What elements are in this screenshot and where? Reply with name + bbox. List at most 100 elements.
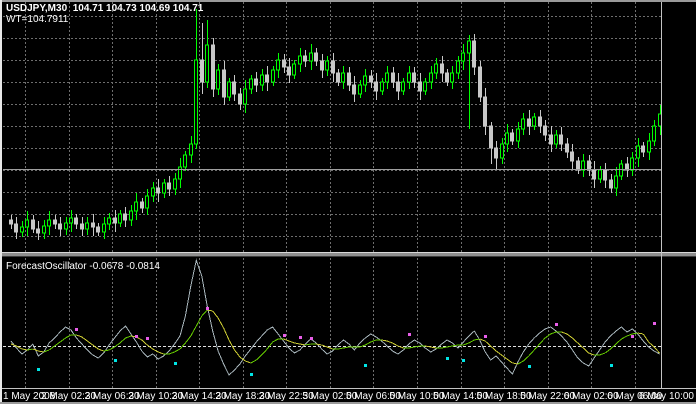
oscillator-smooth-line [305,343,311,346]
bull-candle-body [554,134,558,145]
bull-candle-body [85,222,89,230]
oscillator-smooth-line [21,348,28,351]
wt-indicator-value: WT=104.7911 [6,14,69,25]
oscillator-smooth-line [212,310,219,319]
bear-candle-body [549,134,553,145]
oscillator-smooth-line [484,340,491,347]
bear-candle-body [254,78,258,86]
oscillator-smooth-line [108,346,115,351]
bear-candle-body [412,72,416,83]
bull-candle-body [423,81,427,92]
bear-candle-body [478,66,482,98]
signal-dot-cyan [610,364,613,367]
oscillator-smooth-line [54,341,61,347]
oscillator-smooth-line [250,359,257,364]
price-axis[interactable]: 104.71 0.8571 0.00 -0.2903 105.75105.601… [661,0,696,388]
bull-candle-body [363,75,367,86]
signal-dot-cyan [528,365,531,368]
bull-candle-body [243,88,247,105]
bear-candle-body [391,72,395,83]
oscillator-smooth-line [572,337,579,344]
bear-candle-body [91,222,95,228]
bear-candle-body [265,74,269,83]
bull-candle-body [189,143,193,156]
bull-candle-body [407,72,411,83]
signal-dot-magenta [653,322,656,325]
bull-candle-body [298,55,302,65]
bear-candle-body [287,66,291,76]
signal-dot-magenta [631,335,634,338]
bear-candle-body [510,132,514,142]
bear-candle-body [336,72,340,83]
oscillator-smooth-line [185,335,192,344]
bull-candle-body [581,160,585,171]
bull-candle-body [456,60,460,74]
oscillator-smooth-line [98,348,104,352]
oscillator-smooth-line [59,337,66,343]
bear-candle-body [211,44,215,90]
bull-candle-body [205,44,209,83]
oscillator-smooth-line [337,347,344,350]
bear-candle-body [445,72,449,83]
bull-candle-body [102,223,106,233]
bear-candle-body [609,179,613,189]
panel-divider[interactable] [0,252,696,257]
oscillator-smooth-line [642,333,650,343]
chart-title: USDJPY,M30 104.71 104.73 104.69 104.71 [6,3,204,14]
oscillator-smooth-line [381,339,388,342]
mt4-chart-window: USDJPY,M30 104.71 104.73 104.69 104.71 W… [0,0,696,404]
bear-candle-body [352,84,356,95]
bear-candle-body [494,147,498,159]
oscillator-smooth-line [582,347,590,354]
forecast-oscillator-chart[interactable] [3,258,661,388]
oscillator-smooth-line [446,345,453,348]
oscillator-smooth-line [550,331,557,335]
bull-candle-body [505,132,509,145]
bull-candle-body [325,60,329,71]
bear-candle-body [74,217,78,225]
signal-dot-cyan [174,362,177,365]
oscillator-smooth-line [468,339,475,344]
signal-dot-cyan [250,373,253,376]
bear-candle-body [123,213,127,221]
oscillator-smooth-line [343,346,349,349]
price-chart-panel[interactable] [3,2,661,252]
bull-candle-body [276,59,280,71]
bear-candle-body [80,223,84,230]
oscillator-smooth-line [441,346,448,349]
indicator-name: ForecastOscillator [6,261,87,272]
window-frame-left [0,0,2,404]
bull-candle-body [42,225,46,234]
oscillator-smooth-line [299,343,306,346]
oscillator-smooth-line [81,336,88,342]
oscillator-smooth-line [87,340,94,346]
bull-candle-body [151,187,155,197]
bull-candle-body [636,145,640,159]
bull-candle-body [532,116,536,127]
oscillator-smooth-line [255,354,263,361]
bear-candle-body [31,219,35,230]
oscillator-smooth-line [103,349,110,352]
bull-candle-body [178,166,182,180]
oscillator-smooth-line [76,334,83,338]
oscillator-smooth-line [365,341,371,346]
bull-candle-body [450,72,454,83]
candlestick-chart[interactable] [3,2,661,252]
oscillator-smooth-line [392,342,399,347]
oscillator-smooth-line [430,346,437,349]
bear-candle-body [96,226,100,233]
oscillator-smooth-line [228,339,235,351]
oscillator-smooth-line [217,317,225,329]
indicator-value-2: -0.0814 [126,261,160,272]
indicator-value-1: -0.0678 [89,261,124,272]
signal-dot-cyan [462,359,465,362]
oscillator-smooth-line [141,339,148,346]
oscillator-smooth-line [637,332,644,335]
indicator-title: ForecastOscillator -0.0678 -0.0814 [6,261,160,272]
bear-candle-body [14,223,18,233]
oscillator-smooth-line [561,331,568,335]
oscillator-smooth-line [223,327,230,341]
bear-candle-body [559,134,563,145]
indicator-panel[interactable] [3,258,661,388]
bull-candle-body [64,222,68,230]
